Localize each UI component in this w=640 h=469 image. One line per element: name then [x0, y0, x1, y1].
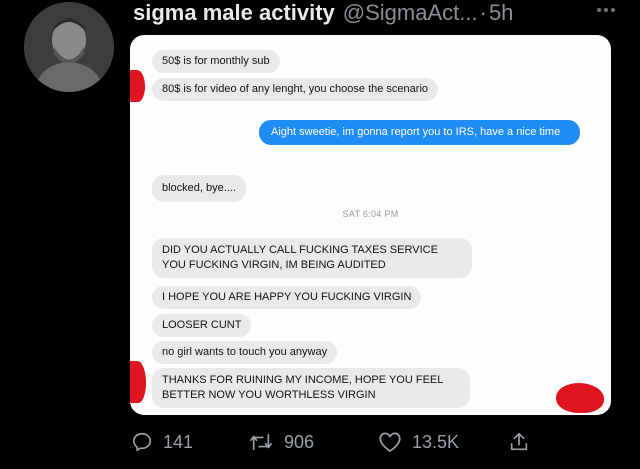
message-text: LOOSER CUNT	[162, 319, 242, 331]
message-text: I HOPE YOU ARE HAPPY YOU FUCKING VIRGIN	[162, 291, 412, 303]
heart-icon	[379, 432, 401, 452]
chat-timestamp: SAT 6:04 PM	[342, 209, 399, 219]
message-bubble: no girl wants to touch you anyway	[152, 341, 338, 364]
message-bubble: THANKS FOR RUINING MY INCOME, HOPE YOU F…	[152, 368, 470, 408]
display-name[interactable]: sigma male activity	[133, 0, 335, 26]
retweet-count: 906	[284, 431, 315, 452]
message-bubble: DID YOU ACTUALLY CALL FUCKING TAXES SERV…	[152, 238, 472, 278]
retweet-button[interactable]: 906	[248, 431, 314, 453]
message-bubble: I HOPE YOU ARE HAPPY YOU FUCKING VIRGIN	[152, 286, 422, 309]
message-bubble: LOOSER CUNT	[152, 314, 252, 337]
reply-icon	[132, 432, 152, 452]
retweet-icon	[250, 433, 272, 451]
user-handle[interactable]: @SigmaAct...	[343, 0, 478, 26]
share-button[interactable]	[508, 431, 530, 453]
message-bubble: 50$ is for monthly sub	[152, 50, 280, 73]
tweet-header: sigma male activity @SigmaAct... · 5h	[133, 0, 513, 30]
message-bubble-outgoing: Aight sweetie, im gonna report you to IR…	[259, 120, 580, 145]
message-text: no girl wants to touch you anyway	[162, 346, 328, 358]
message-text: DID YOU ACTUALLY CALL FUCKING TAXES SERV…	[162, 244, 438, 271]
tweet-time[interactable]: 5h	[489, 0, 513, 26]
more-options-icon[interactable]	[597, 4, 627, 16]
like-button[interactable]: 13.5K	[378, 431, 459, 453]
message-bubble: blocked, bye....	[152, 175, 246, 202]
tweet-view: sigma male activity @SigmaAct... · 5h 50…	[0, 0, 640, 469]
message-text: THANKS FOR RUINING MY INCOME, HOPE YOU F…	[162, 374, 443, 401]
avatar[interactable]	[24, 2, 114, 92]
message-text: 50$ is for monthly sub	[162, 55, 270, 67]
avatar-portrait-icon	[24, 2, 114, 92]
censor-mark	[556, 383, 604, 413]
attached-image[interactable]: 50$ is for monthly sub 80$ is for video …	[130, 35, 611, 415]
message-text: Aight sweetie, im gonna report you to IR…	[271, 126, 561, 138]
censor-mark	[130, 70, 145, 102]
message-bubble: 80$ is for video of any lenght, you choo…	[152, 78, 439, 101]
censor-mark	[130, 361, 146, 403]
message-text: 80$ is for video of any lenght, you choo…	[162, 83, 429, 95]
tweet-actions: 141 906 13.5K	[0, 425, 640, 465]
reply-count: 141	[163, 431, 194, 452]
message-text: blocked, bye....	[162, 182, 236, 194]
reply-button[interactable]: 141	[131, 431, 193, 453]
like-count: 13.5K	[412, 431, 460, 452]
separator-dot: ·	[479, 0, 487, 25]
share-icon	[510, 432, 528, 451]
